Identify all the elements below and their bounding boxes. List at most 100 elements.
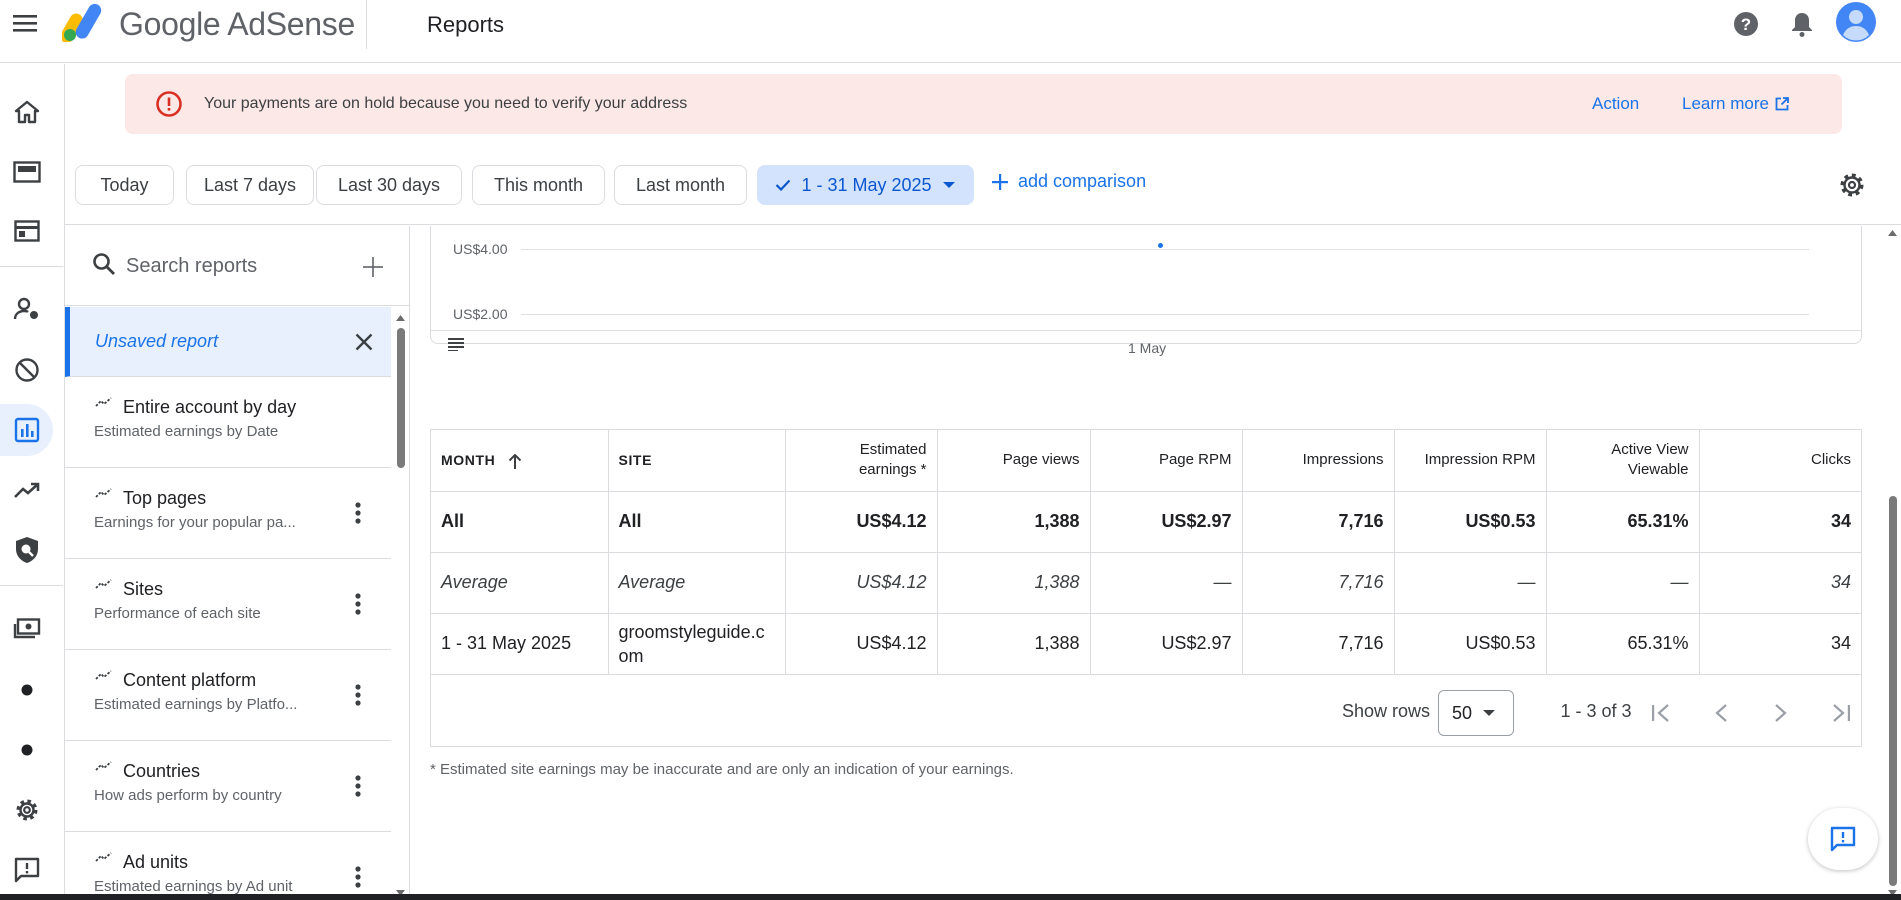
report-item-sites[interactable]: Sites Performance of each site [65, 559, 391, 650]
adsense-logo-icon[interactable] [62, 2, 107, 42]
add-report-button[interactable] [358, 252, 388, 282]
dot-icon [21, 744, 33, 756]
more-options-button[interactable] [343, 771, 373, 801]
cell-viewable: 65.31% [1546, 613, 1700, 675]
column-header-page-rpm[interactable]: Page RPM [1090, 430, 1243, 492]
cell-site: All [608, 491, 786, 553]
more-options-button[interactable] [343, 862, 373, 892]
close-unsaved-report-button[interactable] [350, 328, 378, 356]
brand-name: Google AdSense [119, 6, 355, 42]
column-header-impression-rpm[interactable]: Impression RPM [1394, 430, 1547, 492]
next-page-button[interactable] [1764, 696, 1798, 730]
add-comparison-button[interactable]: add comparison [992, 171, 1146, 192]
add-comparison-label: add comparison [1018, 171, 1147, 191]
column-header-active-view-viewable[interactable]: Active View Viewable [1546, 430, 1700, 492]
table-row-totals: All All US$4.12 1,388 US$2.97 7,716 US$0… [431, 491, 1861, 553]
feedback-fab-button[interactable] [1808, 808, 1878, 870]
learn-more-link[interactable]: Learn more [1682, 94, 1789, 114]
banner-action-link[interactable]: Action [1592, 94, 1639, 114]
nav-feedback[interactable] [0, 844, 53, 896]
column-header-clicks[interactable]: Clicks [1699, 430, 1861, 492]
report-item-entire-account-by-day[interactable]: Entire account by day Estimated earnings… [65, 377, 391, 468]
nav-item-dot-2[interactable] [0, 724, 53, 776]
cell-month: Average [431, 552, 609, 614]
more-options-button[interactable] [343, 498, 373, 528]
report-list-scrollbar[interactable] [392, 311, 409, 900]
table-pagination: Show rows 50 1 - 3 of 3 [431, 678, 1861, 746]
search-reports-input[interactable] [126, 250, 346, 282]
nav-home[interactable] [0, 86, 53, 138]
chart-legend-toggle[interactable] [447, 337, 465, 351]
cell-impressions: 7,716 [1242, 491, 1395, 553]
unsaved-report-item[interactable]: Unsaved report [65, 307, 391, 377]
column-header-estimated-earnings[interactable]: Estimated earnings * [785, 430, 938, 492]
open-in-new-icon [1775, 97, 1789, 111]
cell-site: groomstyleguide.com [608, 613, 786, 675]
chevron-down-icon [942, 181, 956, 189]
previous-page-button[interactable] [1704, 696, 1738, 730]
first-page-button[interactable] [1644, 696, 1678, 730]
report-item-content-platform[interactable]: Content platform Estimated earnings by P… [65, 650, 391, 741]
date-range-selector[interactable]: 1 - 31 May 2025 [757, 165, 974, 205]
chart-footer-rule [431, 330, 1861, 331]
unsaved-report-label: Unsaved report [95, 331, 219, 351]
chip-today[interactable]: Today [75, 165, 174, 205]
cell-page-rpm: US$2.97 [1090, 491, 1243, 553]
chip-this-month[interactable]: This month [472, 165, 605, 205]
column-header-page-views[interactable]: Page views [937, 430, 1091, 492]
help-button[interactable]: ? [1730, 8, 1762, 40]
report-item-ad-units[interactable]: Ad units Estimated earnings by Ad unit [65, 832, 391, 900]
nav-ads[interactable] [0, 146, 53, 198]
more-options-button[interactable] [343, 589, 373, 619]
nav-settings[interactable] [0, 784, 53, 836]
cell-impression-rpm: US$0.53 [1394, 613, 1547, 675]
last-page-icon [1830, 703, 1852, 723]
more-vert-icon [355, 866, 361, 888]
chart-gridline [521, 314, 1809, 315]
report-subtitle: How ads perform by country [94, 787, 282, 804]
more-vert-icon [355, 502, 361, 524]
report-subtitle: Estimated earnings by Date [94, 423, 279, 440]
more-vert-icon [355, 593, 361, 615]
report-subtitle: Estimated earnings by Ad unit [94, 878, 293, 895]
svg-text:?: ? [1741, 15, 1751, 34]
dot-icon [21, 684, 33, 696]
account-avatar-button[interactable] [1836, 2, 1876, 42]
main-menu-button[interactable] [10, 8, 40, 38]
chart-data-point[interactable] [1158, 242, 1163, 248]
column-header-month[interactable]: MONTH [431, 430, 609, 492]
saved-reports-panel: Unsaved report Entire account by day Est… [65, 226, 410, 900]
report-table: MONTH SITE Estimated earnings * Page view… [431, 430, 1861, 675]
nav-payments[interactable] [0, 603, 53, 655]
nav-policy-center[interactable] [0, 524, 53, 576]
nav-blocking-controls[interactable] [0, 344, 53, 396]
main-scrollbar[interactable] [1884, 226, 1901, 900]
nav-item-dot-1[interactable] [0, 664, 53, 716]
chip-last-30-days[interactable]: Last 30 days [316, 165, 462, 205]
last-page-button[interactable] [1824, 696, 1858, 730]
nav-privacy-messaging[interactable] [0, 283, 53, 335]
report-item-countries[interactable]: Countries How ads perform by country [65, 741, 391, 832]
report-settings-button[interactable] [1835, 168, 1869, 202]
rows-per-page-select[interactable]: 50 [1438, 690, 1514, 736]
error-icon [155, 90, 183, 118]
cell-month: 1 - 31 May 2025 [431, 613, 609, 675]
nav-reports[interactable] [0, 404, 53, 456]
header-line: Viewable [1627, 461, 1689, 479]
nav-optimization[interactable] [0, 464, 53, 516]
cell-month: All [431, 491, 609, 553]
report-item-top-pages[interactable]: Top pages Earnings for your popular pa..… [65, 468, 391, 559]
chip-last-7-days[interactable]: Last 7 days [186, 165, 314, 205]
more-options-button[interactable] [343, 680, 373, 710]
column-header-impressions[interactable]: Impressions [1242, 430, 1395, 492]
report-subtitle: Performance of each site [94, 605, 261, 622]
chevron-left-icon [1714, 703, 1728, 723]
trend-icon [95, 487, 113, 501]
chip-last-month[interactable]: Last month [614, 165, 747, 205]
block-icon [14, 357, 40, 383]
cell-page-views: 1,388 [937, 491, 1091, 553]
column-header-site[interactable]: SITE [608, 430, 786, 492]
notifications-button[interactable] [1786, 8, 1818, 40]
nav-sites[interactable] [0, 205, 53, 257]
y-tick-label: US$2.00 [453, 306, 508, 322]
